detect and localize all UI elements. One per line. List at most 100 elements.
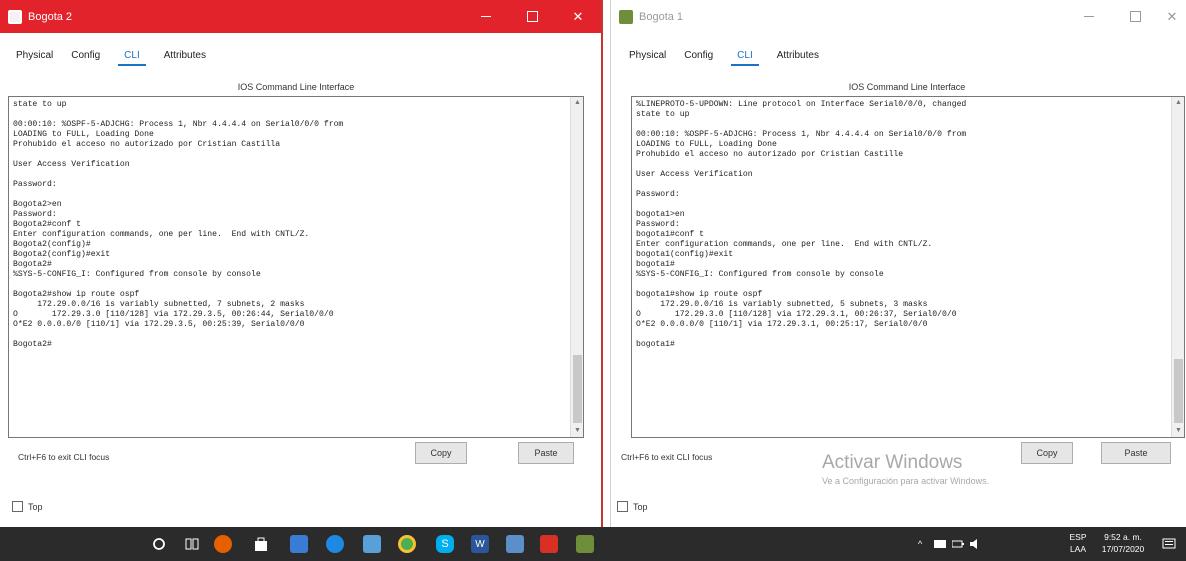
terminal-line: LOADING to FULL, Loading Done bbox=[13, 130, 154, 139]
window-title: Bogota 2 bbox=[28, 10, 73, 23]
store-icon[interactable] bbox=[252, 535, 270, 553]
tab-bar: Physical Config CLI Attributes bbox=[16, 50, 206, 66]
edge-icon[interactable] bbox=[326, 535, 344, 553]
lang-bottom: LAA bbox=[1069, 544, 1087, 554]
scroll-down-icon[interactable]: ▼ bbox=[1172, 425, 1184, 437]
cli-caption: IOS Command Line Interface bbox=[848, 82, 966, 92]
media-icon[interactable] bbox=[363, 535, 381, 553]
scroll-up-icon[interactable]: ▲ bbox=[1172, 97, 1184, 109]
maximize-button[interactable] bbox=[509, 0, 555, 33]
top-label: Top bbox=[28, 501, 43, 512]
tab-attributes[interactable]: Attributes bbox=[777, 50, 819, 66]
firefox-icon[interactable] bbox=[214, 535, 232, 553]
terminal-line: 172.29.0.0/16 is variably subnetted, 5 s… bbox=[636, 300, 928, 309]
cli-caption: IOS Command Line Interface bbox=[237, 82, 355, 92]
paste-button[interactable]: Paste bbox=[518, 442, 574, 464]
top-checkbox[interactable]: Top bbox=[12, 501, 43, 512]
checkbox-box[interactable] bbox=[12, 501, 23, 512]
pdf-icon[interactable] bbox=[540, 535, 558, 553]
tray-chevron-icon[interactable]: ^ bbox=[918, 527, 922, 561]
bogota1-titlebar[interactable]: Bogota 1 ✕ bbox=[611, 0, 1186, 33]
mail-icon[interactable] bbox=[290, 535, 308, 553]
chrome-icon[interactable] bbox=[398, 535, 416, 553]
copy-button[interactable]: Copy bbox=[1021, 442, 1073, 464]
scroll-thumb[interactable] bbox=[573, 355, 582, 423]
tab-cli[interactable]: CLI bbox=[118, 50, 146, 66]
window-title: Bogota 1 bbox=[639, 10, 684, 23]
skype-icon[interactable]: S bbox=[436, 535, 454, 553]
tab-cli[interactable]: CLI bbox=[731, 50, 759, 66]
terminal-scrollbar[interactable]: ▲ ▼ bbox=[1171, 97, 1184, 437]
scroll-up-icon[interactable]: ▲ bbox=[571, 97, 583, 109]
top-checkbox[interactable]: Top bbox=[617, 501, 648, 512]
terminal-line: Bogota2#show ip route ospf bbox=[13, 290, 140, 299]
top-label: Top bbox=[633, 501, 648, 512]
tab-physical[interactable]: Physical bbox=[629, 50, 666, 66]
close-button[interactable]: ✕ bbox=[1158, 0, 1186, 33]
tab-physical[interactable]: Physical bbox=[16, 50, 53, 66]
packet-tracer-icon[interactable] bbox=[506, 535, 524, 553]
task-view-icon[interactable] bbox=[183, 535, 201, 553]
minimize-button[interactable] bbox=[463, 0, 509, 33]
paste-button[interactable]: Paste bbox=[1101, 442, 1171, 464]
terminal-line: Bogota2# bbox=[13, 260, 52, 269]
checkbox-box[interactable] bbox=[617, 501, 628, 512]
terminal-output: state to up 00:00:10: %OSPF-5-ADJCHG: Pro… bbox=[9, 97, 583, 353]
network-icon[interactable] bbox=[934, 527, 946, 561]
terminal-line: LOADING to FULL, Loading Done bbox=[636, 140, 777, 149]
notifications-icon[interactable] bbox=[1160, 535, 1178, 553]
scroll-thumb[interactable] bbox=[1174, 359, 1183, 423]
terminal-line: state to up bbox=[636, 110, 690, 119]
lang-top: ESP bbox=[1069, 532, 1087, 542]
packet-tracer-icon bbox=[8, 9, 22, 24]
cli-terminal[interactable]: state to up 00:00:10: %OSPF-5-ADJCHG: Pro… bbox=[8, 96, 584, 438]
battery-icon[interactable] bbox=[952, 527, 964, 561]
desktop: Bogota 2 ✕ Physical Config CLI Attribute… bbox=[0, 0, 1186, 561]
game-icon[interactable] bbox=[576, 535, 594, 553]
terminal-output: %LINEPROTO-5-UPDOWN: Line protocol on In… bbox=[632, 97, 1184, 353]
terminal-line: Password: bbox=[13, 180, 57, 189]
cli-terminal[interactable]: %LINEPROTO-5-UPDOWN: Line protocol on In… bbox=[631, 96, 1185, 438]
terminal-line: bogota1# bbox=[636, 340, 675, 349]
cli-focus-hint: Ctrl+F6 to exit CLI focus bbox=[621, 452, 713, 462]
terminal-line: User Access Verification bbox=[13, 160, 130, 169]
terminal-line: Password: bbox=[13, 210, 57, 219]
terminal-line: %LINEPROTO-5-UPDOWN: Line protocol on In… bbox=[636, 100, 967, 109]
copy-button[interactable]: Copy bbox=[415, 442, 467, 464]
terminal-line: O*E2 0.0.0.0/0 [110/1] via 172.29.3.5, 0… bbox=[13, 320, 305, 329]
bogota2-titlebar[interactable]: Bogota 2 ✕ bbox=[0, 0, 601, 33]
tab-bar: Physical Config CLI Attributes bbox=[629, 50, 819, 66]
taskbar: S W ^ ESP LAA 9:52 a. m. 17/07/2020 bbox=[0, 527, 1186, 561]
terminal-line: Enter configuration commands, one per li… bbox=[636, 240, 933, 249]
terminal-line: %SYS-5-CONFIG_I: Configured from console… bbox=[636, 270, 884, 279]
tab-config[interactable]: Config bbox=[684, 50, 713, 66]
terminal-scrollbar[interactable]: ▲ ▼ bbox=[570, 97, 583, 437]
terminal-line: Enter configuration commands, one per li… bbox=[13, 230, 310, 239]
language-indicator[interactable]: ESP LAA bbox=[1064, 531, 1092, 555]
terminal-line: bogota1#conf t bbox=[636, 230, 704, 239]
close-button[interactable]: ✕ bbox=[555, 0, 601, 33]
terminal-line: bogota1#show ip route ospf bbox=[636, 290, 763, 299]
terminal-line: Prohubido el acceso no autorizado por Cr… bbox=[13, 140, 281, 149]
scroll-down-icon[interactable]: ▼ bbox=[571, 425, 583, 437]
terminal-line: bogota1(config)#exit bbox=[636, 250, 734, 259]
clock[interactable]: 9:52 a. m. 17/07/2020 bbox=[1096, 531, 1150, 555]
minimize-button[interactable] bbox=[1066, 0, 1112, 33]
start-search-icon[interactable] bbox=[150, 535, 168, 553]
volume-icon[interactable] bbox=[970, 527, 982, 561]
tab-config[interactable]: Config bbox=[71, 50, 100, 66]
terminal-line: Password: bbox=[636, 190, 680, 199]
tab-attributes[interactable]: Attributes bbox=[164, 50, 206, 66]
maximize-button[interactable] bbox=[1112, 0, 1158, 33]
word-icon[interactable]: W bbox=[471, 535, 489, 553]
terminal-line: Bogota2>en bbox=[13, 200, 62, 209]
